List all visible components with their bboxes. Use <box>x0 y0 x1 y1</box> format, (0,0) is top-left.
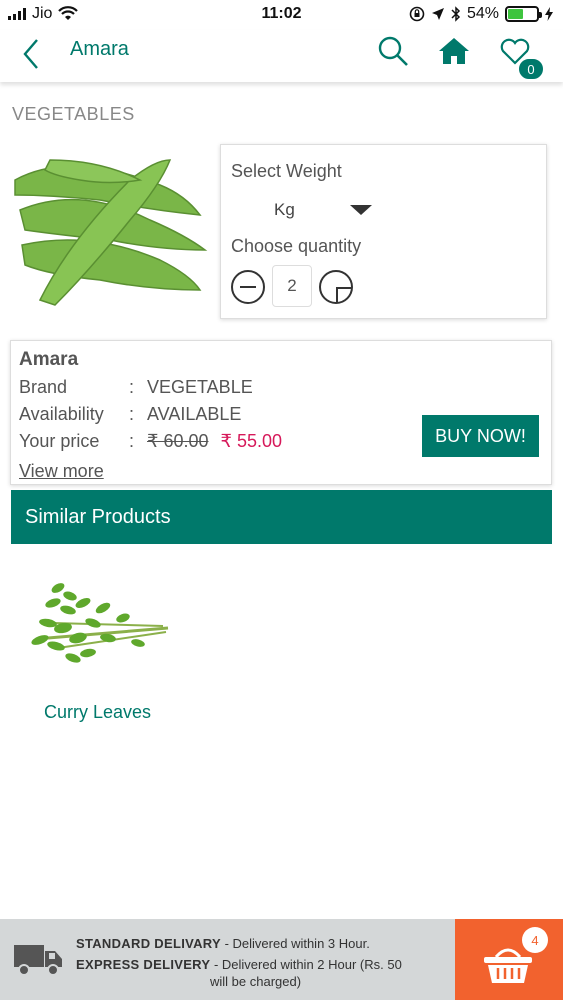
express-delivery-label: EXPRESS DELIVERY <box>76 957 211 972</box>
new-price: ₹ 55.00 <box>220 431 283 451</box>
bluetooth-icon <box>451 6 461 22</box>
back-arrow-icon[interactable] <box>18 36 48 72</box>
truck-icon <box>14 945 62 976</box>
choose-quantity-label: Choose quantity <box>231 236 362 256</box>
delivery-text: STANDARD DELIVARY - Delivered within 3 H… <box>76 935 446 990</box>
product-options-card: Select Weight Kg Choose quantity 2 <box>220 144 547 319</box>
location-icon <box>431 8 444 20</box>
availability-value: AVAILABLE <box>147 404 242 424</box>
similar-product-item[interactable]: Curry Leaves <box>20 560 180 735</box>
brand-value: VEGETABLE <box>147 377 253 397</box>
minus-icon <box>240 286 256 288</box>
express-delivery-text: - Delivered within 2 Hour (Rs. 50 <box>210 957 402 972</box>
separator: : <box>129 377 135 397</box>
page-title: Amara <box>70 38 129 60</box>
old-price: ₹ 60.00 <box>147 431 209 451</box>
product-details-card: Amara Brand : VEGETABLE Availability : A… <box>10 340 552 485</box>
weight-dropdown[interactable]: Kg <box>271 197 381 223</box>
quantity-value[interactable]: 2 <box>272 265 312 307</box>
standard-delivery-label: STANDARD DELIVARY <box>76 936 221 951</box>
express-delivery-text-2: will be charged) <box>210 974 302 989</box>
weight-value: Kg <box>274 200 295 219</box>
charging-icon <box>545 7 553 21</box>
orientation-lock-icon <box>409 6 425 22</box>
availability-row: Availability : AVAILABLE <box>19 404 419 428</box>
price-label: Your price <box>19 431 100 451</box>
select-weight-label: Select Weight <box>231 161 342 181</box>
availability-label: Availability <box>19 404 104 424</box>
standard-delivery-text: - Delivered within 3 Hour. <box>220 936 370 951</box>
brand-row: Brand : VEGETABLE <box>19 377 419 401</box>
battery-icon <box>505 6 542 22</box>
price-row: Your price : ₹ 60.00 ₹ 55.00 <box>19 431 419 455</box>
category-label: VEGETABLES <box>12 104 135 124</box>
search-icon[interactable] <box>376 34 410 68</box>
basket-count-badge: 4 <box>522 927 548 953</box>
view-more-link[interactable]: View more <box>19 461 104 482</box>
separator: : <box>129 431 135 451</box>
brand-label: Brand <box>19 377 68 397</box>
status-bar: Jio 11:02 54% <box>0 0 563 30</box>
product-image <box>14 159 208 306</box>
product-name: Amara <box>19 349 79 370</box>
express-delivery-line: EXPRESS DELIVERY - Delivered within 2 Ho… <box>76 956 446 973</box>
app-header: Amara 0 <box>0 30 563 82</box>
wishlist-count-badge: 0 <box>517 57 545 81</box>
separator: : <box>129 404 135 424</box>
similar-product-name: Curry Leaves <box>43 702 152 722</box>
battery-percent: 54% <box>466 5 499 22</box>
status-right: 54% <box>409 5 553 23</box>
dropdown-caret-icon <box>350 205 372 215</box>
similar-products-header: Similar Products <box>11 490 552 544</box>
quantity-decrease-button[interactable] <box>231 270 265 304</box>
quantity-increase-button[interactable] <box>319 270 353 304</box>
buy-now-button[interactable]: BUY NOW! <box>422 415 539 457</box>
basket-button[interactable]: 4 <box>455 919 563 1000</box>
similar-product-image <box>31 583 169 663</box>
price-values: ₹ 60.00 ₹ 55.00 <box>147 431 282 452</box>
standard-delivery-line: STANDARD DELIVARY - Delivered within 3 H… <box>76 935 446 952</box>
home-icon[interactable] <box>437 34 471 68</box>
